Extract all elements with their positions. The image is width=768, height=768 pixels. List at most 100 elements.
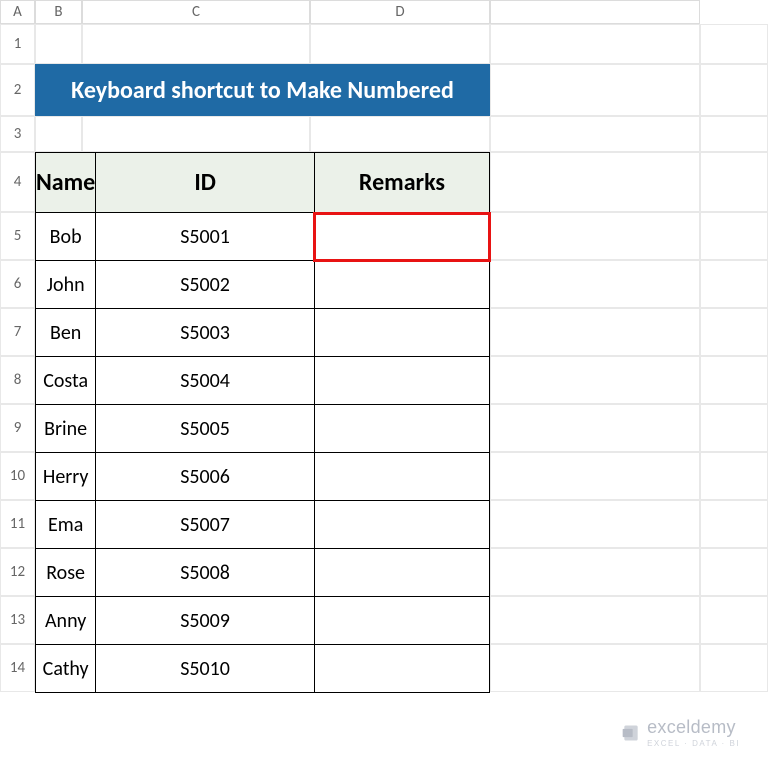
cell-bg[interactable] (700, 644, 768, 692)
cell-bg[interactable] (0, 356, 35, 404)
col-header-B[interactable]: B (35, 0, 82, 24)
cell-bg[interactable] (82, 24, 310, 64)
cell-bg[interactable] (700, 596, 768, 644)
table-cell-name[interactable]: Brine (36, 405, 96, 453)
cell-bg[interactable] (0, 308, 35, 356)
table-header[interactable]: Remarks (314, 153, 489, 213)
cell-bg[interactable] (700, 64, 768, 116)
cell-bg[interactable] (700, 116, 768, 152)
cell-bg[interactable] (0, 500, 35, 548)
cell-bg[interactable] (82, 116, 310, 152)
watermark: exceldemy EXCEL · DATA · BI (621, 717, 740, 748)
cell-bg[interactable] (0, 596, 35, 644)
table-row: JohnS5002 (36, 261, 490, 309)
cell-bg[interactable] (490, 500, 700, 548)
table-cell-remarks[interactable] (314, 261, 489, 309)
table-cell-name[interactable]: Costa (36, 357, 96, 405)
cell-bg[interactable] (0, 24, 35, 64)
table-row: HerryS5006 (36, 453, 490, 501)
cell-bg[interactable] (700, 548, 768, 596)
cell-bg[interactable] (0, 64, 35, 116)
cell-bg[interactable] (0, 644, 35, 692)
table-cell-id[interactable]: S5009 (96, 597, 315, 645)
table-cell-id[interactable]: S5007 (96, 501, 315, 549)
page-title: Keyboard shortcut to Make Numbered (35, 64, 490, 116)
table-cell-remarks[interactable] (314, 405, 489, 453)
table-cell-name[interactable]: Cathy (36, 645, 96, 693)
table-row: BobS5001 (36, 213, 490, 261)
cell-bg[interactable] (0, 116, 35, 152)
cell-bg[interactable] (490, 116, 700, 152)
cell-bg[interactable] (490, 308, 700, 356)
excel-logo-icon (621, 723, 641, 743)
cell-bg[interactable] (0, 212, 35, 260)
table-cell-remarks[interactable] (314, 501, 489, 549)
cell-bg[interactable] (0, 452, 35, 500)
cell-bg[interactable] (490, 452, 700, 500)
table-cell-remarks[interactable] (314, 549, 489, 597)
table-row: CostaS5004 (36, 357, 490, 405)
cell-bg[interactable] (310, 116, 490, 152)
cell-bg[interactable] (310, 24, 490, 64)
table-cell-id[interactable]: S5005 (96, 405, 315, 453)
table-row: EmaS5007 (36, 501, 490, 549)
cell-bg[interactable] (700, 260, 768, 308)
table-row: BrineS5005 (36, 405, 490, 453)
selected-cell[interactable] (314, 213, 489, 261)
cell-bg[interactable] (700, 404, 768, 452)
cell-bg[interactable] (35, 24, 82, 64)
table-cell-name[interactable]: Anny (36, 597, 96, 645)
table-row: AnnyS5009 (36, 597, 490, 645)
col-header-extra[interactable] (490, 0, 700, 24)
data-table: NameIDRemarksBobS5001JohnS5002BenS5003Co… (35, 152, 490, 693)
col-header-D[interactable]: D (310, 0, 490, 24)
table-cell-name[interactable]: Ema (36, 501, 96, 549)
table-cell-remarks[interactable] (314, 357, 489, 405)
col-header-C[interactable]: C (82, 0, 310, 24)
cell-bg[interactable] (0, 152, 35, 212)
table-cell-id[interactable]: S5002 (96, 261, 315, 309)
table-header[interactable]: Name (36, 153, 96, 213)
table-cell-remarks[interactable] (314, 597, 489, 645)
col-header-A[interactable]: A (0, 0, 35, 24)
table-cell-name[interactable]: Bob (36, 213, 96, 261)
table-cell-name[interactable]: Herry (36, 453, 96, 501)
table-cell-id[interactable]: S5004 (96, 357, 315, 405)
cell-bg[interactable] (490, 64, 700, 116)
table-cell-id[interactable]: S5006 (96, 453, 315, 501)
cell-bg[interactable] (490, 24, 700, 64)
cell-bg[interactable] (490, 404, 700, 452)
table-cell-remarks[interactable] (314, 453, 489, 501)
cell-bg[interactable] (490, 596, 700, 644)
table-cell-id[interactable]: S5001 (96, 213, 315, 261)
cell-bg[interactable] (0, 404, 35, 452)
cell-bg[interactable] (700, 212, 768, 260)
cell-bg[interactable] (700, 356, 768, 404)
cell-bg[interactable] (490, 212, 700, 260)
cell-bg[interactable] (700, 452, 768, 500)
cell-bg[interactable] (700, 500, 768, 548)
cell-bg[interactable] (490, 548, 700, 596)
cell-bg[interactable] (700, 24, 768, 64)
table-cell-id[interactable]: S5010 (96, 645, 315, 693)
table-cell-name[interactable]: John (36, 261, 96, 309)
cell-bg[interactable] (0, 260, 35, 308)
table-cell-name[interactable]: Ben (36, 309, 96, 357)
cell-bg[interactable] (35, 116, 82, 152)
table-header[interactable]: ID (96, 153, 315, 213)
cell-bg[interactable] (0, 548, 35, 596)
table-cell-id[interactable]: S5008 (96, 549, 315, 597)
table-cell-id[interactable]: S5003 (96, 309, 315, 357)
cell-bg[interactable] (490, 644, 700, 692)
cell-bg[interactable] (700, 308, 768, 356)
table-cell-remarks[interactable] (314, 645, 489, 693)
table-cell-name[interactable]: Rose (36, 549, 96, 597)
cell-bg[interactable] (490, 260, 700, 308)
cell-bg[interactable] (490, 356, 700, 404)
cell-bg[interactable] (700, 152, 768, 212)
cell-bg[interactable] (490, 152, 700, 212)
table-row: CathyS5010 (36, 645, 490, 693)
table-cell-remarks[interactable] (314, 309, 489, 357)
table-row: BenS5003 (36, 309, 490, 357)
table-row: RoseS5008 (36, 549, 490, 597)
